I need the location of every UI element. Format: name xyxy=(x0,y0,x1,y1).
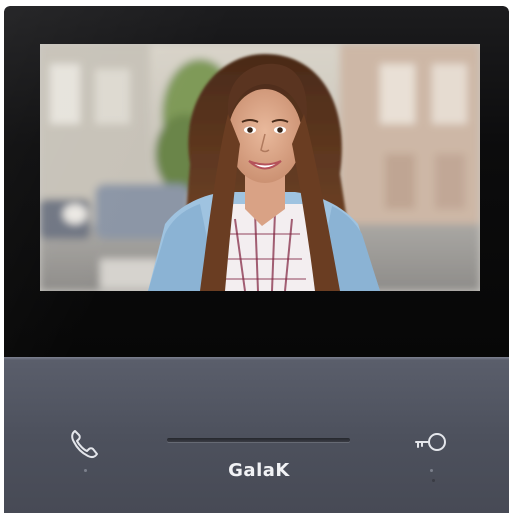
video-feed-screen xyxy=(40,44,480,291)
key-icon xyxy=(415,433,446,451)
control-panel: GalaK xyxy=(4,360,509,513)
phone-handset-icon xyxy=(71,430,98,459)
microphone-hole xyxy=(432,479,435,482)
speaker-grille xyxy=(167,438,350,442)
brand-logo: GalaK xyxy=(228,460,290,481)
unlock-button[interactable] xyxy=(408,422,452,466)
visitor-video-image xyxy=(40,44,480,291)
intercom-monitor: GalaK xyxy=(4,6,509,513)
call-indicator-led xyxy=(84,469,87,472)
unlock-indicator-led xyxy=(430,469,433,472)
call-button[interactable] xyxy=(62,422,106,466)
